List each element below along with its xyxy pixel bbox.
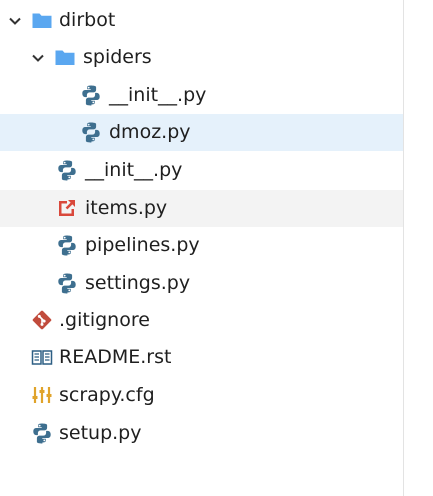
tree-item-label: dmoz.py xyxy=(109,121,191,143)
tree-item-label: spiders xyxy=(83,46,152,68)
folder-icon xyxy=(32,13,52,28)
tree-item-pipelines[interactable]: pipelines.py xyxy=(0,227,403,264)
tree-item-scrapy-cfg[interactable]: scrapy.cfg xyxy=(0,377,403,414)
chevron-down-icon[interactable] xyxy=(8,14,22,28)
book-icon xyxy=(31,350,53,365)
python-file-icon xyxy=(82,85,100,106)
tree-item-spiders[interactable]: spiders xyxy=(0,39,403,76)
chevron-down-icon[interactable] xyxy=(31,51,45,65)
tree-item-label: items.py xyxy=(85,197,168,219)
tree-item-items[interactable]: items.py xyxy=(0,190,403,227)
tree-item-label: dirbot xyxy=(59,9,116,31)
external-link-file-icon xyxy=(59,200,75,216)
tree-item-label: pipelines.py xyxy=(85,234,200,256)
tree-item-label: __init__.py xyxy=(85,159,183,181)
python-file-icon xyxy=(58,160,76,181)
tree-item-gitignore[interactable]: .gitignore xyxy=(0,302,403,339)
tree-item-label: settings.py xyxy=(85,272,191,294)
folder-icon xyxy=(55,50,75,65)
tree-item-readme[interactable]: README.rst xyxy=(0,339,403,376)
tree-item-label: scrapy.cfg xyxy=(59,384,155,406)
tree-item-dirbot[interactable]: dirbot xyxy=(0,2,403,39)
python-file-icon xyxy=(82,122,100,143)
python-file-icon xyxy=(58,273,76,294)
editor-gutter xyxy=(404,0,433,496)
tree-item-settings[interactable]: settings.py xyxy=(0,265,403,302)
tree-item-spiders-init[interactable]: __init__.py xyxy=(0,77,403,114)
file-explorer-tree: dirbot spiders __init__.py dmoz.py __ini… xyxy=(0,0,404,496)
tree-item-dirbot-init[interactable]: __init__.py xyxy=(0,152,403,189)
tree-item-setup[interactable]: setup.py xyxy=(0,415,403,452)
git-icon xyxy=(32,310,52,330)
tree-item-label: __init__.py xyxy=(109,84,207,106)
python-file-icon xyxy=(58,235,76,256)
tree-item-dmoz[interactable]: dmoz.py xyxy=(0,114,403,151)
tree-item-label: .gitignore xyxy=(59,309,150,331)
config-sliders-icon xyxy=(32,387,52,403)
tree-item-label: setup.py xyxy=(59,422,142,444)
tree-item-label: README.rst xyxy=(59,346,172,368)
python-file-icon xyxy=(33,423,51,444)
